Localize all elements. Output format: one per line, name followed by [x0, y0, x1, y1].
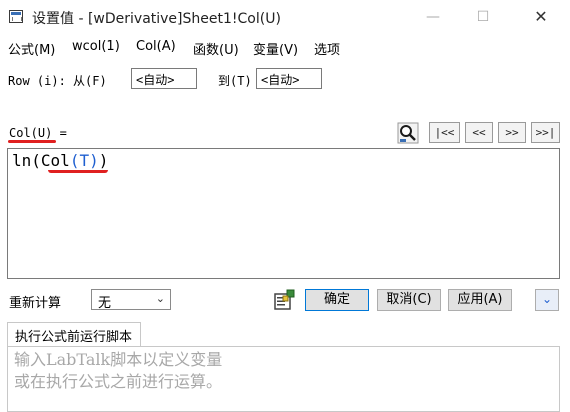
menu-wcol[interactable]: wcol(1) — [72, 39, 120, 54]
window-title: 设置值 - [wDerivative]Sheet1!Col(U) — [32, 11, 281, 27]
row-from-field[interactable]: <自动> — [131, 68, 197, 89]
cancel-button[interactable]: 取消(C) — [377, 289, 441, 311]
formula-text[interactable]: ln(Col(T)) — [12, 151, 108, 170]
row-range: Row (i): 从(F) <自动> 到(T) <自动> — [0, 66, 570, 92]
formula-part-close-paren: ) — [89, 151, 99, 170]
recalculate-value: 无 — [98, 296, 112, 311]
minimize-button[interactable]: — — [410, 0, 456, 34]
chevron-down-icon: ⌄ — [155, 292, 165, 305]
maximize-button[interactable]: ☐ — [460, 0, 506, 34]
before-formula-script-editor[interactable]: 输入LabTalk脚本以定义变量 或在执行公式之前进行运算。 — [7, 346, 560, 412]
formula-editor[interactable]: ln(Col(T)) — [7, 148, 560, 279]
label-annotation-underline — [8, 140, 56, 143]
script-window-icon[interactable] — [272, 288, 296, 312]
title-bar: 设置值 - [wDerivative]Sheet1!Col(U) — ☐ ✕ — [0, 0, 570, 34]
next-column-button[interactable]: >> — [498, 122, 526, 143]
search-column-icon[interactable] — [397, 122, 419, 144]
menu-bar: 公式(M) wcol(1) Col(A) 函数(U) 变量(V) 选项 — [0, 36, 570, 58]
script-placeholder: 输入LabTalk脚本以定义变量 或在执行公式之前进行运算。 — [14, 350, 223, 391]
ok-button[interactable]: 确定 — [305, 289, 369, 311]
formula-target-label: Col(U) = — [9, 126, 67, 140]
formula-part-col: Col — [40, 151, 70, 170]
recalculate-select[interactable]: 无 ⌄ — [91, 289, 171, 311]
menu-options[interactable]: 选项 — [314, 39, 340, 58]
formula-part-column-name: T — [79, 151, 90, 170]
formula-part-outer-close: ) — [98, 151, 109, 170]
expand-icon[interactable]: ⌄ — [535, 289, 559, 311]
formula-annotation-underline — [48, 170, 108, 173]
row-to-field[interactable]: <自动> — [256, 68, 322, 89]
close-button[interactable]: ✕ — [518, 0, 564, 34]
row-range-label: Row (i): 从(F) — [8, 74, 107, 88]
menu-col[interactable]: Col(A) — [136, 39, 176, 54]
formula-part-open-paren: ( — [69, 151, 80, 170]
previous-column-button[interactable]: << — [465, 122, 493, 143]
row-to-label: 到(T) — [218, 74, 252, 88]
apply-button[interactable]: 应用(A) — [448, 289, 512, 311]
first-column-button[interactable]: |<< — [429, 122, 460, 143]
menu-function[interactable]: 函数(U) — [193, 39, 239, 58]
recalculate-label: 重新计算 — [9, 296, 62, 311]
last-column-button[interactable]: >>| — [531, 122, 560, 143]
tab-before-formula-script[interactable]: 执行公式前运行脚本 — [7, 322, 141, 346]
menu-variable[interactable]: 变量(V) — [253, 39, 298, 58]
app-icon — [9, 10, 23, 23]
formula-part-ln: ln( — [12, 151, 41, 170]
menu-formula[interactable]: 公式(M) — [8, 39, 55, 58]
